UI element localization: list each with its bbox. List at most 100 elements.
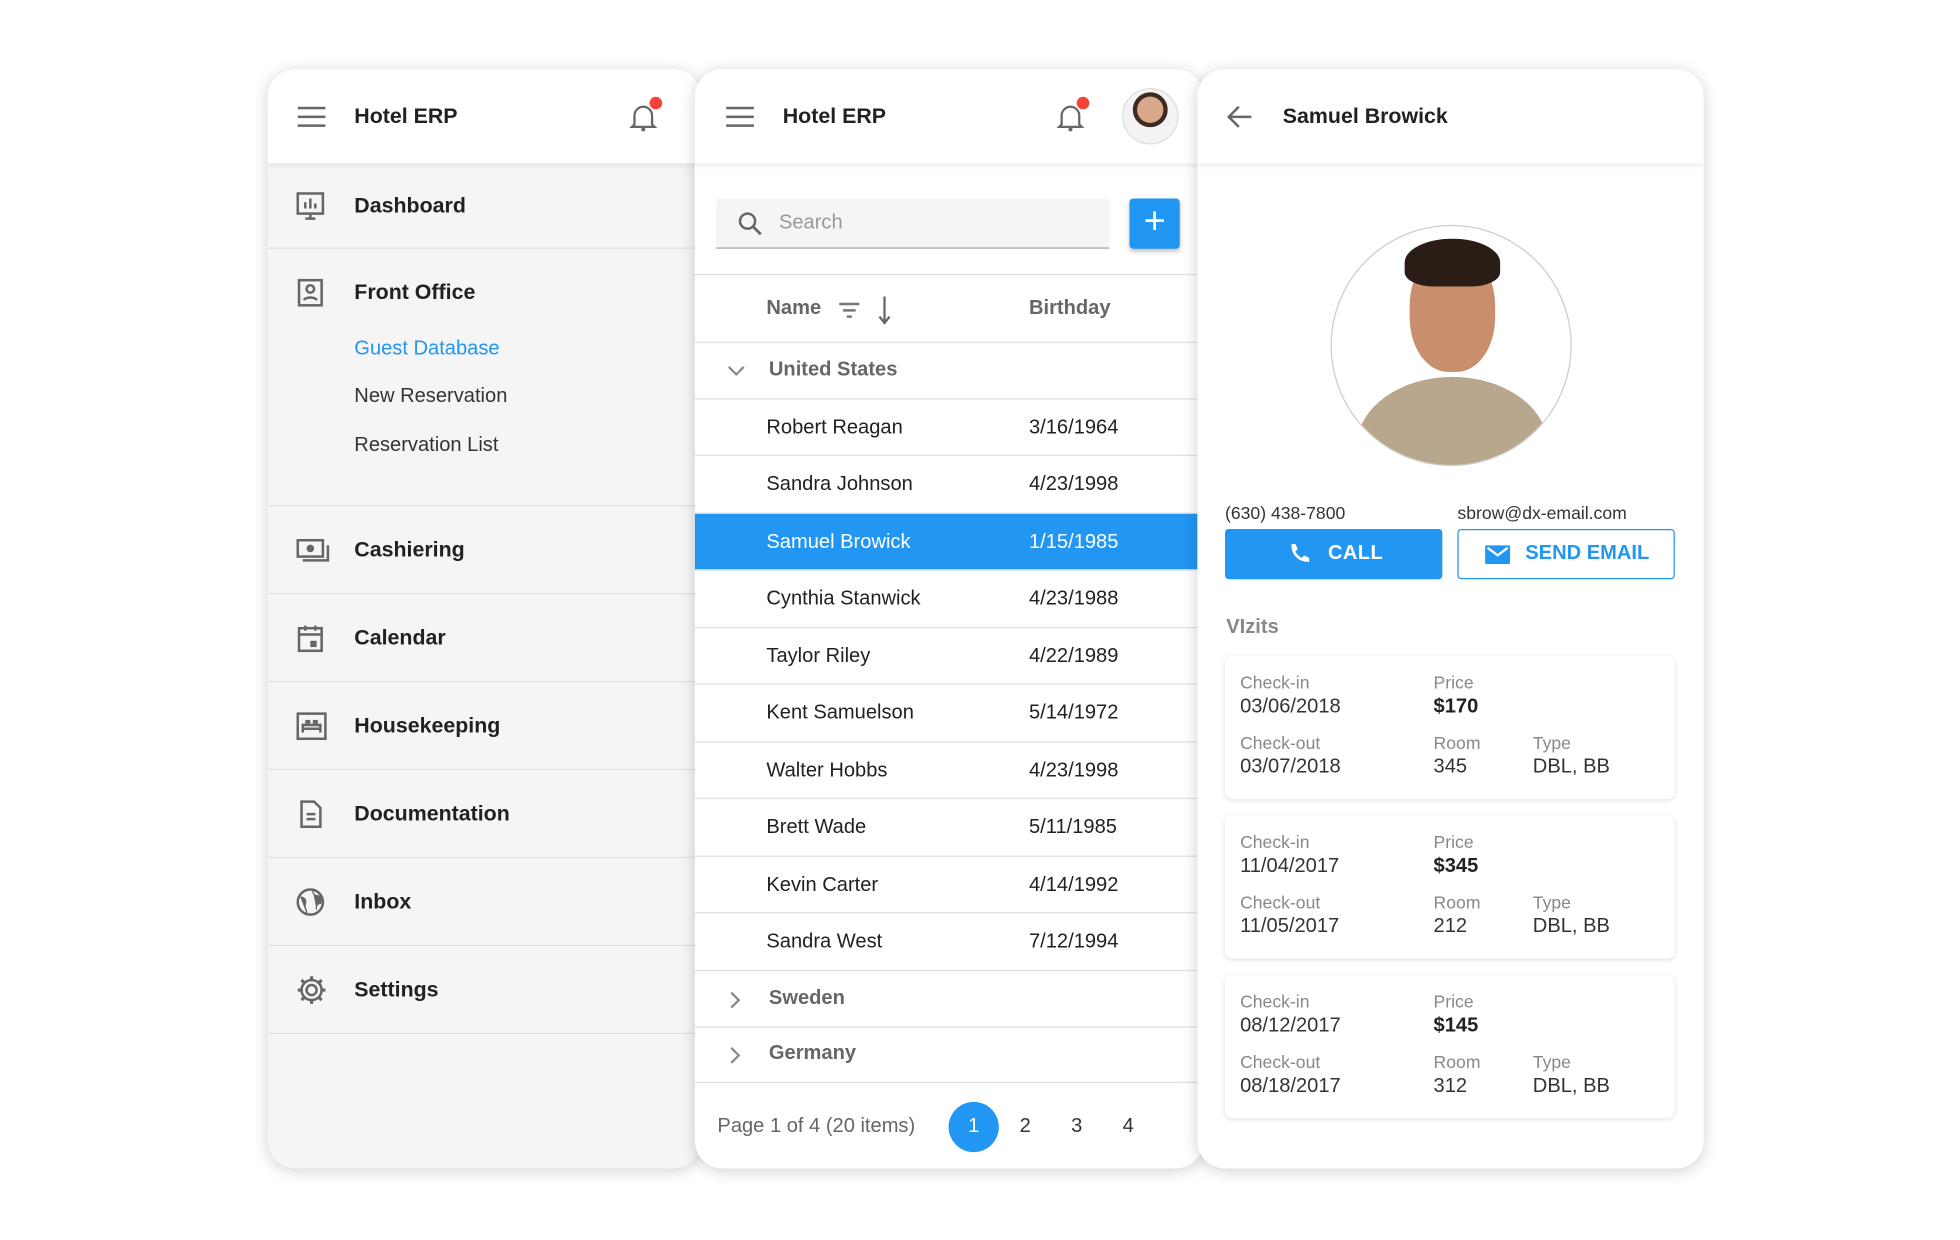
column-header: Name Birthday [694,273,1204,343]
call-button[interactable]: CALL [1224,528,1443,580]
sort-descending-icon[interactable] [878,295,891,325]
nav-label: Calendar [354,625,446,649]
guest-birthday: 4/14/1992 [1028,873,1119,896]
visit-room: 212 [1433,915,1468,938]
table-row[interactable]: Samuel Browick 1/15/1985 [694,513,1204,571]
visit-price: $170 [1433,696,1479,718]
guest-birthday: 5/14/1972 [1028,702,1119,724]
table-row[interactable]: Taylor Riley 4/22/1989 [694,628,1204,685]
checkout-date: 11/05/2017 [1240,915,1340,938]
guest-birthday: 3/16/1964 [1028,416,1119,438]
visit-type: DBL, BB [1532,1075,1610,1097]
chevron-right-icon [730,991,741,1008]
guest-name: Samuel Browick [766,530,911,553]
guest-name: Brett Wade [766,816,867,839]
notification-dot [649,96,663,110]
detail-header: Samuel Browick [1197,69,1704,164]
guest-name: Walter Hobbs [766,759,888,781]
group-row[interactable]: United States [694,343,1204,400]
group-row[interactable]: Sweden [694,971,1204,1028]
column-name[interactable]: Name [766,298,821,321]
notification-dot [1076,96,1090,110]
table-row[interactable]: Walter Hobbs 4/23/1998 [694,742,1204,800]
filter-icon[interactable] [838,300,861,320]
checkout-date: 03/07/2018 [1240,756,1341,778]
table-row[interactable]: Robert Reagan 3/16/1964 [694,399,1204,457]
guest-name: Taylor Riley [766,645,871,667]
visit-type: DBL, BB [1532,915,1610,938]
nav-label: Dashboard [354,192,466,217]
checkout-date: 08/18/2017 [1240,1075,1341,1097]
nav-housekeeping[interactable]: Housekeeping [267,682,702,771]
nav-cashiering[interactable]: Cashiering [267,506,702,595]
app-title: Hotel ERP [354,104,458,129]
guest-birthday: 4/23/1988 [1028,587,1119,610]
guest-list-panel: Hotel ERP Search + Name Birthday United … [694,69,1204,1169]
checkin-date: 11/04/2017 [1240,855,1340,877]
nav-dashboard[interactable]: Dashboard [267,163,702,249]
pager-info: Page 1 of 4 (20 items) [717,1115,916,1138]
column-birthday[interactable]: Birthday [1029,298,1111,321]
table-row[interactable]: Kent Samuelson 5/14/1972 [694,685,1204,742]
phone-icon [1291,544,1310,562]
envelope-icon [1485,545,1511,565]
visit-price: $145 [1433,1015,1479,1037]
nav-label[interactable]: Front Office [354,280,475,305]
add-guest-button[interactable]: + [1129,198,1180,249]
visit-room: 312 [1433,1075,1468,1097]
detail-title: Samuel Browick [1282,104,1448,129]
nav-label: Cashiering [354,537,465,561]
nav-calendar[interactable]: Calendar [267,594,702,683]
page-button[interactable]: 2 [1000,1102,1050,1152]
nav-sub-new-reservation[interactable]: New Reservation [354,386,507,409]
guest-name: Kevin Carter [766,873,879,896]
guest-photo [1330,224,1572,467]
guest-name: Cynthia Stanwick [766,587,921,610]
table-row[interactable]: Kevin Carter 4/14/1992 [694,856,1204,914]
nav-sub-reservation-list[interactable]: Reservation List [354,435,498,458]
visits-title: VIzits [1226,616,1279,639]
group-row[interactable]: Germany [694,1026,1204,1084]
gear-icon [297,975,326,1004]
table-row[interactable]: Cynthia Stanwick 4/23/1988 [694,570,1204,628]
send-email-button[interactable]: SEND EMAIL [1457,528,1675,580]
nav-sub-guest-database[interactable]: Guest Database [354,338,499,361]
checkin-date: 08/12/2017 [1240,1015,1341,1037]
table-row[interactable]: Brett Wade 5/11/1985 [694,799,1204,857]
bed-icon [296,711,327,740]
visit-type: DBL, BB [1532,756,1610,778]
bell-icon[interactable] [629,96,663,132]
nav-label: Documentation [354,800,510,825]
bell-icon[interactable] [1056,96,1090,132]
back-arrow-icon[interactable] [1227,105,1253,129]
guest-birthday: 7/12/1994 [1028,930,1119,953]
page-button[interactable]: 3 [1052,1102,1102,1152]
monitor-chart-icon [296,191,325,220]
table-row[interactable]: Sandra Johnson 4/23/1998 [694,456,1204,514]
guest-detail-panel: Samuel Browick (630) 438-7800 sbrow@dx-e… [1197,69,1704,1169]
nav-inbox[interactable]: Inbox [267,858,702,947]
guest-birthday: 1/15/1985 [1028,530,1119,553]
user-avatar[interactable] [1121,87,1179,145]
search-input[interactable]: Search [716,198,1110,249]
guest-name: Sandra Johnson [766,473,913,496]
page-button[interactable]: 4 [1103,1102,1153,1152]
menu-icon[interactable] [297,106,326,127]
visit-card: Check-in 08/12/2017 Price $145 Check-out… [1224,974,1675,1119]
guest-phone: (630) 438-7800 [1224,502,1346,523]
cash-icon [296,538,330,561]
chevron-down-icon [727,366,745,377]
app-title: Hotel ERP [782,104,886,129]
guest-email: sbrow@dx-email.com [1457,502,1627,523]
page-button[interactable]: 1 [948,1101,999,1153]
nav-settings[interactable]: Settings [267,946,702,1035]
guest-name: Robert Reagan [766,416,903,438]
search-placeholder: Search [778,212,843,234]
nav-documentation[interactable]: Documentation [267,770,702,859]
table-row[interactable]: Sandra West 7/12/1994 [694,913,1204,971]
nav-label: Housekeeping [354,713,501,737]
nav-label: Settings [354,976,439,1001]
guest-birthday: 4/22/1989 [1028,645,1119,667]
guest-birthday: 5/11/1985 [1028,816,1117,839]
menu-icon[interactable] [726,106,754,127]
